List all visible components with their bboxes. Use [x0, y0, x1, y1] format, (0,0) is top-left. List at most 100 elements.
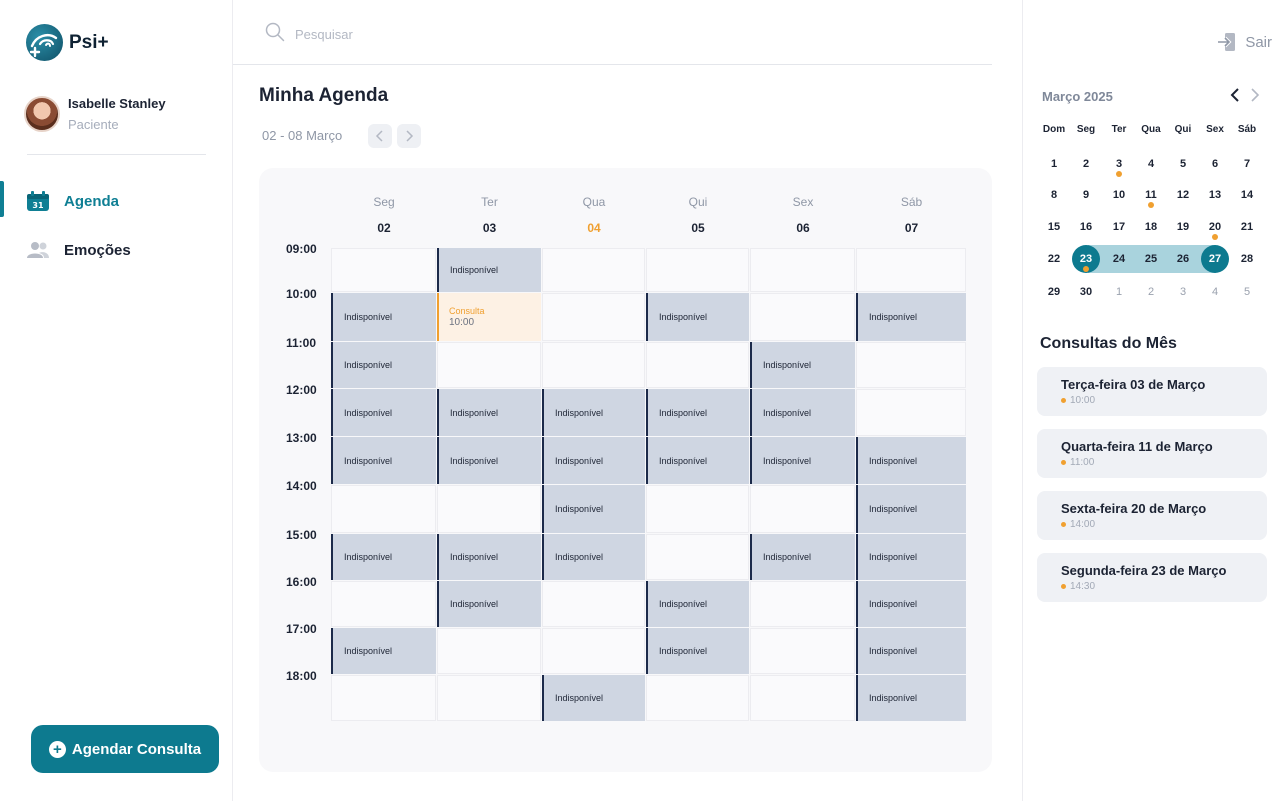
calendar-day[interactable]: 18: [1136, 217, 1166, 237]
unavailable-slot[interactable]: Indisponível: [437, 581, 541, 627]
calendar-day[interactable]: 21: [1232, 217, 1262, 237]
time-slot-cell[interactable]: [646, 485, 749, 533]
consultation-card[interactable]: Sexta-feira 20 de Março 14:00: [1037, 491, 1267, 540]
time-slot-cell[interactable]: [646, 248, 749, 292]
time-slot-cell[interactable]: [331, 248, 436, 292]
calendar-day[interactable]: 5: [1232, 282, 1262, 302]
next-week-button[interactable]: [397, 124, 421, 148]
time-slot-cell[interactable]: [331, 581, 436, 627]
unavailable-slot[interactable]: Indisponível: [331, 437, 436, 484]
search-input[interactable]: [295, 27, 595, 42]
calendar-day[interactable]: 30: [1071, 282, 1101, 302]
calendar-day[interactable]: 22: [1039, 249, 1069, 269]
unavailable-slot[interactable]: Indisponível: [856, 675, 966, 721]
unavailable-slot[interactable]: Indisponível: [331, 293, 436, 341]
time-slot-cell[interactable]: [856, 248, 966, 292]
time-slot-cell[interactable]: [750, 581, 855, 627]
sidebar-item-agenda[interactable]: 31 Agenda: [0, 181, 232, 221]
time-slot-cell[interactable]: [542, 628, 645, 674]
unavailable-slot[interactable]: Indisponível: [646, 581, 749, 627]
calendar-day[interactable]: 7: [1232, 154, 1262, 174]
calendar-next-button[interactable]: [1249, 88, 1261, 107]
unavailable-slot[interactable]: Indisponível: [750, 389, 855, 436]
calendar-day[interactable]: 19: [1168, 217, 1198, 237]
unavailable-slot[interactable]: Indisponível: [542, 675, 645, 721]
consultation-card[interactable]: Segunda-feira 23 de Março 14:30: [1037, 553, 1267, 602]
calendar-day[interactable]: 10: [1104, 185, 1134, 205]
unavailable-slot[interactable]: Indisponível: [646, 437, 749, 484]
unavailable-slot[interactable]: Indisponível: [542, 534, 645, 580]
day-header-sáb[interactable]: Sáb 07: [859, 195, 964, 235]
time-slot-cell[interactable]: [331, 675, 436, 721]
unavailable-slot[interactable]: Indisponível: [856, 485, 966, 533]
unavailable-slot[interactable]: Indisponível: [646, 293, 749, 341]
consultation-card[interactable]: Quarta-feira 11 de Março 11:00: [1037, 429, 1267, 478]
calendar-day[interactable]: 14: [1232, 185, 1262, 205]
unavailable-slot[interactable]: Indisponível: [750, 534, 855, 580]
unavailable-slot[interactable]: Indisponível: [750, 342, 855, 388]
unavailable-slot[interactable]: Indisponível: [856, 581, 966, 627]
time-slot-cell[interactable]: [437, 675, 541, 721]
time-slot-cell[interactable]: [542, 342, 645, 388]
search-icon[interactable]: [265, 22, 285, 47]
logout-button[interactable]: Sair: [1217, 32, 1272, 52]
unavailable-slot[interactable]: Indisponível: [331, 534, 436, 580]
time-slot-cell[interactable]: [646, 342, 749, 388]
unavailable-slot[interactable]: Indisponível: [646, 389, 749, 436]
calendar-day[interactable]: 6: [1200, 154, 1230, 174]
unavailable-slot[interactable]: Indisponível: [542, 389, 645, 436]
booked-appointment[interactable]: Consulta 10:00: [437, 293, 541, 341]
day-header-sex[interactable]: Sex 06: [751, 195, 856, 235]
logo[interactable]: Psi+: [26, 24, 109, 61]
calendar-day[interactable]: 17: [1104, 217, 1134, 237]
time-slot-cell[interactable]: [437, 628, 541, 674]
calendar-day[interactable]: 8: [1039, 185, 1069, 205]
day-header-ter[interactable]: Ter 03: [437, 195, 542, 235]
user-profile[interactable]: Isabelle Stanley Paciente: [24, 96, 166, 132]
calendar-day[interactable]: 1: [1104, 282, 1134, 302]
calendar-day[interactable]: 2: [1071, 154, 1101, 174]
calendar-day[interactable]: 28: [1232, 249, 1262, 269]
calendar-day[interactable]: 29: [1039, 282, 1069, 302]
day-header-qui[interactable]: Qui 05: [646, 195, 751, 235]
unavailable-slot[interactable]: Indisponível: [437, 248, 541, 292]
time-slot-cell[interactable]: [856, 342, 966, 388]
time-slot-cell[interactable]: [646, 534, 749, 580]
unavailable-slot[interactable]: Indisponível: [542, 437, 645, 484]
time-slot-cell[interactable]: [750, 628, 855, 674]
calendar-day[interactable]: 4: [1200, 282, 1230, 302]
time-slot-cell[interactable]: [437, 342, 541, 388]
time-slot-cell[interactable]: [542, 248, 645, 292]
calendar-day[interactable]: 4: [1136, 154, 1166, 174]
unavailable-slot[interactable]: Indisponível: [856, 293, 966, 341]
sidebar-item-emocoes[interactable]: Emoções: [0, 230, 232, 270]
unavailable-slot[interactable]: Indisponível: [856, 628, 966, 674]
calendar-prev-button[interactable]: [1229, 88, 1241, 107]
calendar-day[interactable]: 26: [1168, 249, 1198, 269]
time-slot-cell[interactable]: [542, 581, 645, 627]
calendar-day[interactable]: 24: [1104, 249, 1134, 269]
consultation-card[interactable]: Terça-feira 03 de Março 10:00: [1037, 367, 1267, 416]
unavailable-slot[interactable]: Indisponível: [437, 389, 541, 436]
unavailable-slot[interactable]: Indisponível: [750, 437, 855, 484]
time-slot-cell[interactable]: [750, 675, 855, 721]
unavailable-slot[interactable]: Indisponível: [437, 534, 541, 580]
schedule-appointment-button[interactable]: + Agendar Consulta: [31, 725, 219, 773]
unavailable-slot[interactable]: Indisponível: [646, 628, 749, 674]
time-slot-cell[interactable]: [750, 293, 855, 341]
calendar-day[interactable]: 1: [1039, 154, 1069, 174]
unavailable-slot[interactable]: Indisponível: [437, 437, 541, 484]
calendar-day-selected[interactable]: 27: [1201, 245, 1229, 273]
day-header-seg[interactable]: Seg 02: [332, 195, 437, 235]
unavailable-slot[interactable]: Indisponível: [856, 534, 966, 580]
calendar-day[interactable]: 12: [1168, 185, 1198, 205]
unavailable-slot[interactable]: Indisponível: [331, 628, 436, 674]
calendar-day[interactable]: 2: [1136, 282, 1166, 302]
unavailable-slot[interactable]: Indisponível: [542, 485, 645, 533]
day-header-qua[interactable]: Qua 04: [542, 195, 647, 235]
unavailable-slot[interactable]: Indisponível: [331, 389, 436, 436]
time-slot-cell[interactable]: [646, 675, 749, 721]
calendar-day[interactable]: 16: [1071, 217, 1101, 237]
time-slot-cell[interactable]: [856, 389, 966, 436]
calendar-day[interactable]: 13: [1200, 185, 1230, 205]
